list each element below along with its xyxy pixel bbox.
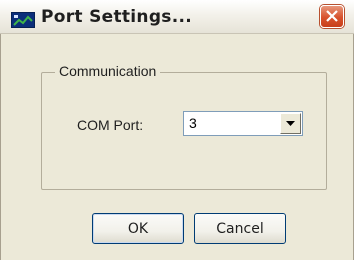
close-button[interactable] — [320, 5, 344, 28]
window-title: Port Settings... — [41, 7, 192, 27]
com-port-label: COM Port: — [77, 117, 144, 133]
ok-button[interactable]: OK — [92, 213, 184, 244]
com-port-select[interactable]: 3 — [183, 111, 303, 136]
cancel-button[interactable]: Cancel — [194, 213, 286, 244]
chevron-down-icon — [286, 121, 295, 126]
app-icon — [11, 12, 35, 28]
com-port-dropdown-button[interactable] — [280, 113, 301, 134]
com-port-value: 3 — [189, 115, 197, 131]
communication-group-label: Communication — [55, 63, 161, 79]
close-x-icon — [326, 10, 338, 22]
port-settings-dialog: Port Settings... Communication COM Port:… — [0, 0, 354, 260]
title-bar[interactable]: Port Settings... — [0, 0, 354, 34]
